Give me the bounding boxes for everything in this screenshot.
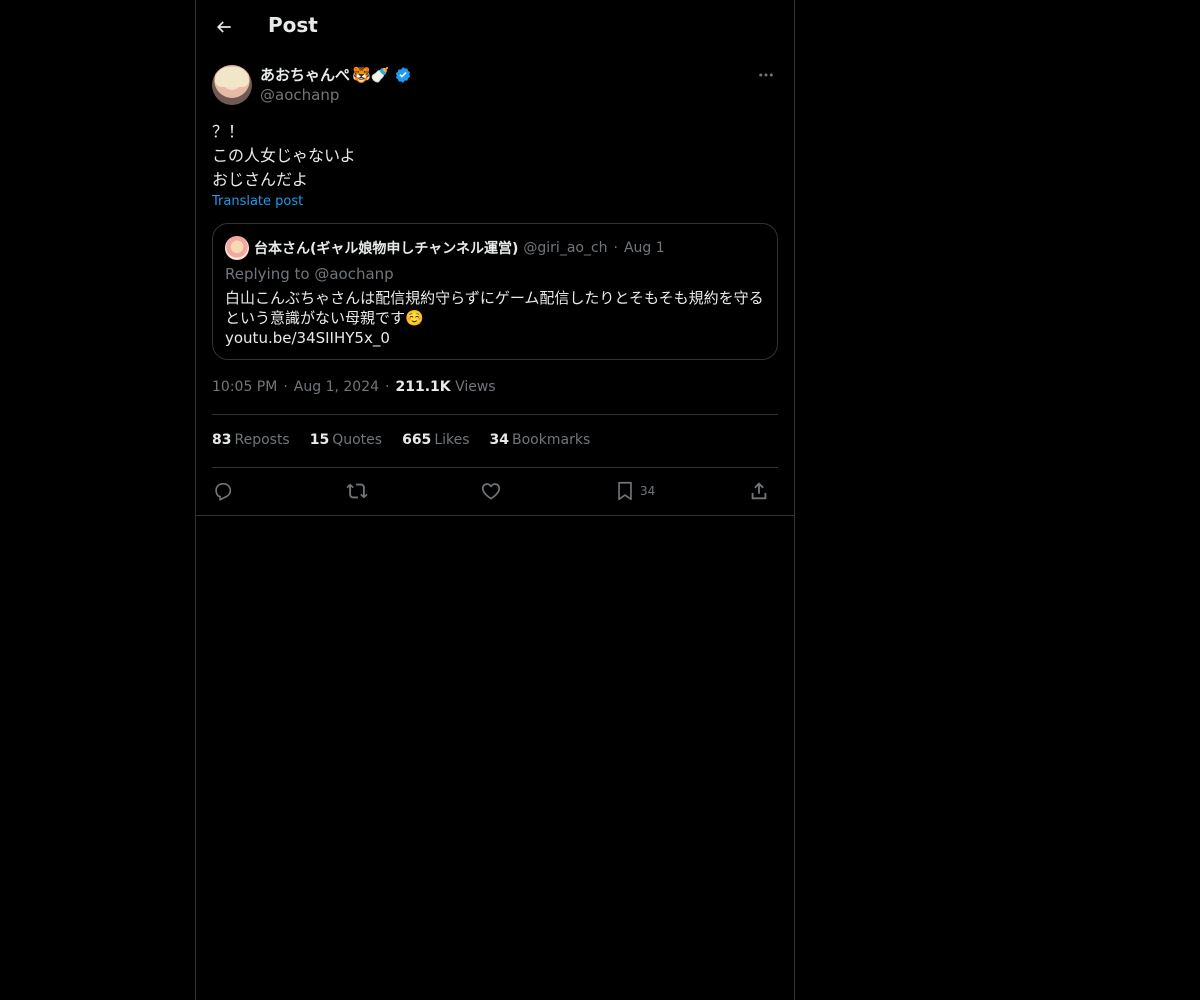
- share-button[interactable]: [748, 478, 770, 504]
- repost-button[interactable]: [346, 478, 368, 504]
- author-name[interactable]: あおちゃんぺ: [260, 64, 350, 85]
- stat-bookmarks[interactable]: 34 Bookmarks: [490, 432, 591, 448]
- more-horizontal-icon: [759, 73, 773, 77]
- stat-likes[interactable]: 665 Likes: [402, 432, 469, 448]
- back-button[interactable]: [208, 11, 240, 43]
- post-time[interactable]: 10:05 PM: [212, 379, 277, 395]
- post-text-line: ？！: [212, 122, 245, 141]
- quoted-post-date: Aug 1: [623, 240, 665, 256]
- heart-icon: [481, 483, 501, 500]
- reply-icon: [215, 483, 232, 501]
- divider: [196, 515, 794, 516]
- separator-dot: ·: [385, 379, 390, 395]
- avatar[interactable]: [212, 65, 252, 105]
- post-text-line: おじさんだよ: [212, 170, 309, 189]
- post-meta: 10:05 PM · Aug 1, 2024 · 211.1K Views: [212, 379, 496, 395]
- more-options-button[interactable]: [754, 64, 778, 86]
- bookmark-icon: [618, 481, 632, 501]
- quoted-author-name: 台本さん(ギャル娘物申しチャンネル運営): [254, 241, 519, 257]
- page-header: Post: [196, 0, 794, 54]
- post-date[interactable]: Aug 1, 2024: [294, 379, 379, 395]
- quoted-text-line: 白山こんぶちゃさんは配信規約守らずにゲーム配信したりとそもそも規約を守る: [225, 289, 764, 307]
- views-count: 211.1K: [395, 379, 451, 395]
- divider: [212, 414, 778, 415]
- quoted-post-header: 台本さん(ギャル娘物申しチャンネル運営) @giri_ao_ch · Aug 1: [225, 236, 665, 260]
- quoted-avatar: [225, 236, 249, 260]
- share-icon: [751, 482, 767, 500]
- separator-dot: ·: [283, 379, 288, 395]
- stat-reposts[interactable]: 83 Reposts: [212, 432, 290, 448]
- post-text: ？！ この人女じゃないよ おじさんだよ: [212, 120, 778, 192]
- author-name-row[interactable]: あおちゃんぺ 🐯🍼: [260, 64, 412, 85]
- bookmark-count: 34: [640, 484, 656, 498]
- post-column: Post あおちゃんぺ 🐯🍼 @aochanp ？！ この人女じゃないよ おじさ…: [195, 0, 795, 1000]
- divider: [212, 467, 778, 468]
- quoted-post[interactable]: 台本さん(ギャル娘物申しチャンネル運営) @giri_ao_ch · Aug 1…: [212, 223, 778, 360]
- verified-badge-icon[interactable]: [394, 66, 412, 84]
- quoted-author-handle: @giri_ao_ch: [523, 240, 608, 256]
- replying-to-text: Replying to @aochanp: [225, 265, 394, 283]
- author-name-emoji: 🐯🍼: [352, 65, 390, 84]
- separator-dot: ·: [613, 240, 618, 256]
- page-title: Post: [268, 13, 318, 37]
- stat-quotes[interactable]: 15 Quotes: [310, 432, 382, 448]
- quoted-text-line: という意識がない母親です☺️: [225, 309, 424, 327]
- author-handle[interactable]: @aochanp: [260, 86, 339, 104]
- reply-button[interactable]: [212, 478, 234, 504]
- quoted-link[interactable]: youtu.be/34SIIHY5x_0: [225, 328, 767, 348]
- post-text-line: この人女じゃないよ: [212, 146, 356, 165]
- like-button[interactable]: [480, 478, 502, 504]
- quoted-post-text: 白山こんぶちゃさんは配信規約守らずにゲーム配信したりとそもそも規約を守る という…: [225, 288, 767, 348]
- views-label: Views: [455, 379, 496, 395]
- bookmark-button[interactable]: 34: [614, 478, 655, 504]
- post-author: あおちゃんぺ 🐯🍼 @aochanp: [212, 64, 778, 108]
- arrow-left-icon: [216, 21, 231, 33]
- repost-icon: [346, 483, 368, 499]
- translate-post-link[interactable]: Translate post: [212, 194, 303, 209]
- action-bar: 34: [212, 478, 778, 504]
- engagement-stats: 83 Reposts 15 Quotes 665 Likes 34 Bookmarks: [212, 432, 590, 448]
